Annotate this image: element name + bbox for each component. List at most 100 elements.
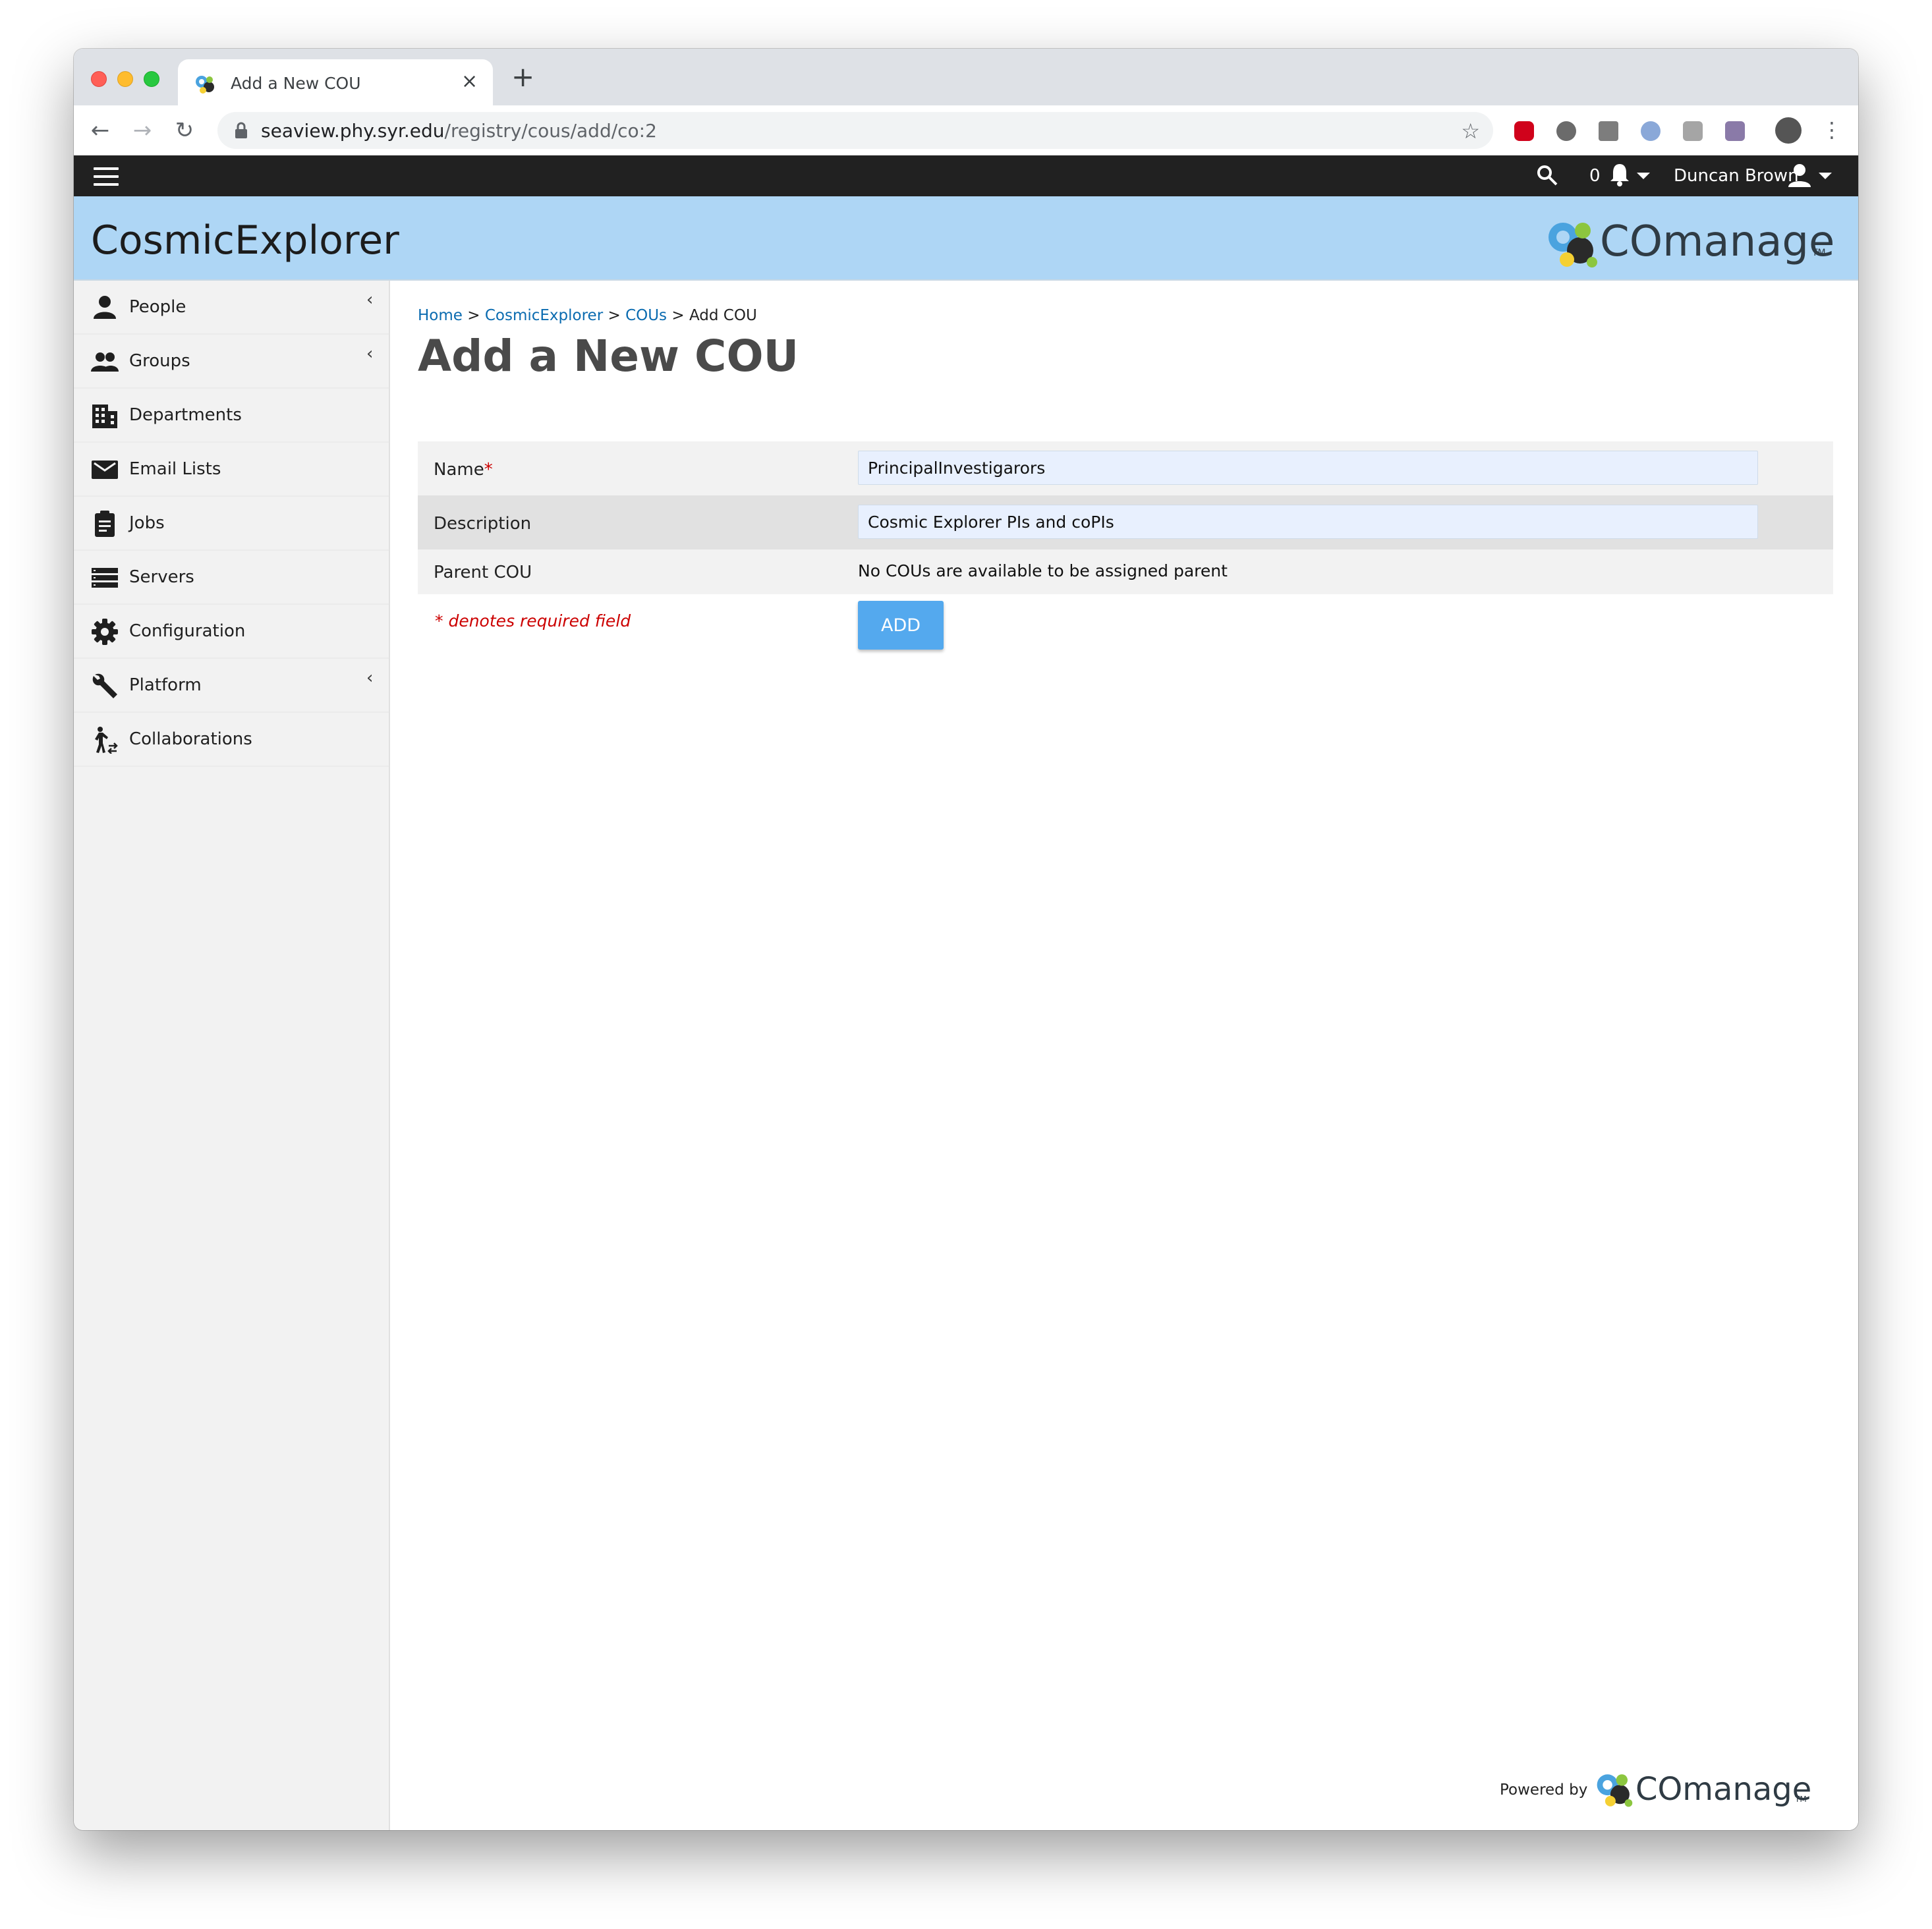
- sidebar-nav: People ‹ Groups ‹ Departments Email List…: [74, 281, 390, 1830]
- collaborations-icon: [95, 727, 118, 754]
- sidebar-item-groups[interactable]: Groups ‹: [74, 335, 389, 389]
- comanage-gears-icon: [1548, 223, 1597, 267]
- sidebar-item-label: Servers: [129, 567, 194, 587]
- profile-avatar[interactable]: [1775, 117, 1802, 144]
- tab-close-icon[interactable]: ×: [461, 70, 478, 93]
- page-title: Add a New COU: [418, 331, 799, 381]
- reload-icon[interactable]: ↻: [171, 117, 198, 144]
- gear-icon: [92, 619, 118, 645]
- trademark-text: TM: [1795, 1795, 1807, 1804]
- browser-window: Add a New COU × + ← → ↻ seaview.phy.syr.…: [74, 49, 1858, 1830]
- powered-by-text: Powered by: [1500, 1781, 1588, 1799]
- sidebar-item-departments[interactable]: Departments: [74, 389, 389, 443]
- add-button[interactable]: ADD: [858, 601, 944, 650]
- notifications-dropdown-icon[interactable]: [1637, 173, 1650, 179]
- chevron-left-icon[interactable]: ‹: [366, 344, 373, 364]
- trademark-text: TM: [1812, 248, 1826, 258]
- parent-cou-label: Parent COU: [434, 563, 532, 582]
- browser-toolbar: ← → ↻ seaview.phy.syr.edu/registry/cous/…: [74, 105, 1858, 155]
- description-row: Description: [418, 495, 1833, 549]
- email-icon: [92, 461, 118, 479]
- parent-cou-row: Parent COU No COUs are available to be a…: [418, 549, 1833, 594]
- description-input[interactable]: [858, 505, 1758, 539]
- sidebar-item-collaborations[interactable]: Collaborations: [74, 713, 389, 767]
- drive-icon[interactable]: [1599, 121, 1618, 141]
- user-menu-dropdown-icon[interactable]: [1819, 173, 1832, 179]
- extension-icon[interactable]: [1641, 121, 1661, 141]
- person-icon: [94, 296, 116, 319]
- search-icon[interactable]: [1535, 163, 1559, 187]
- maximize-window-button[interactable]: [144, 71, 159, 87]
- adblock-plus-icon[interactable]: [1514, 121, 1534, 141]
- group-icon: [91, 352, 119, 372]
- sidebar-item-label: Configuration: [129, 621, 246, 641]
- bookmark-star-icon[interactable]: ☆: [1461, 119, 1480, 144]
- breadcrumb: Home > CosmicExplorer > COUs > Add COU: [418, 307, 757, 324]
- sidebar-item-people[interactable]: People ‹: [74, 281, 389, 335]
- name-row: Name*: [418, 441, 1833, 495]
- building-icon: [92, 405, 117, 428]
- forward-icon[interactable]: →: [129, 117, 156, 144]
- chevron-left-icon[interactable]: ‹: [366, 668, 373, 688]
- browser-tab[interactable]: Add a New COU ×: [178, 59, 493, 105]
- name-label-text: Name: [434, 460, 484, 480]
- sidebar-item-email-lists[interactable]: Email Lists: [74, 443, 389, 497]
- sidebar-item-platform[interactable]: Platform ‹: [74, 659, 389, 713]
- clipboard-icon: [95, 511, 115, 537]
- comanage-logo-text: COmanage: [1600, 217, 1835, 266]
- url-path: /registry/cous/add/co:2: [444, 120, 657, 142]
- tab-title: Add a New COU: [231, 74, 361, 93]
- sidebar-item-label: Departments: [129, 405, 242, 425]
- sidebar-item-label: Platform: [129, 675, 202, 695]
- co-name-title[interactable]: CosmicExplorer: [91, 217, 399, 264]
- description-label: Description: [434, 514, 532, 534]
- app-top-bar: 0 Duncan Brown: [74, 155, 1858, 196]
- sidebar-item-label: Groups: [129, 351, 190, 371]
- comanage-logo-text: COmanage: [1635, 1771, 1812, 1808]
- back-icon[interactable]: ←: [87, 117, 113, 144]
- sidebar-item-label: People: [129, 297, 186, 317]
- user-name[interactable]: Duncan Brown: [1674, 166, 1799, 186]
- required-field-note: * denotes required field: [435, 611, 631, 630]
- extension-icon[interactable]: [1556, 121, 1576, 141]
- browser-menu-icon[interactable]: ⋮: [1821, 117, 1842, 142]
- breadcrumb-cous-link[interactable]: COUs: [625, 307, 667, 324]
- name-label: Name*: [434, 460, 493, 480]
- sidebar-item-configuration[interactable]: Configuration: [74, 605, 389, 659]
- breadcrumb-separator: >: [603, 307, 626, 324]
- sidebar-item-label: Jobs: [129, 513, 165, 533]
- co-header-banner: CosmicExplorer COmanage TM: [74, 196, 1858, 281]
- address-bar[interactable]: seaview.phy.syr.edu/registry/cous/add/co…: [217, 112, 1493, 149]
- breadcrumb-separator: >: [462, 307, 485, 324]
- breadcrumb-co-link[interactable]: CosmicExplorer: [485, 307, 603, 324]
- close-window-button[interactable]: [91, 71, 107, 87]
- extension-icon[interactable]: [1683, 121, 1703, 141]
- new-tab-button[interactable]: +: [511, 63, 534, 91]
- parent-cou-text: No COUs are available to be assigned par…: [858, 561, 1228, 580]
- required-asterisk: *: [484, 460, 493, 480]
- main-content: Home > CosmicExplorer > COUs > Add COU A…: [391, 281, 1858, 1830]
- comanage-favicon-icon: [196, 76, 214, 94]
- wrench-icon: [92, 673, 117, 698]
- extension-icon[interactable]: [1725, 121, 1745, 141]
- sidebar-item-label: Email Lists: [129, 459, 221, 479]
- notification-count: 0: [1589, 166, 1601, 186]
- chevron-left-icon[interactable]: ‹: [366, 290, 373, 310]
- minimize-window-button[interactable]: [117, 71, 133, 87]
- tab-strip: Add a New COU × +: [74, 49, 1858, 105]
- bell-icon[interactable]: [1608, 162, 1632, 187]
- sidebar-item-servers[interactable]: Servers: [74, 551, 389, 605]
- sidebar-item-label: Collaborations: [129, 729, 252, 749]
- footer: Powered by COmanage TM: [1500, 1767, 1829, 1809]
- breadcrumb-current: Add COU: [689, 307, 757, 324]
- breadcrumb-home-link[interactable]: Home: [418, 307, 463, 324]
- url-text: seaview.phy.syr.edu/registry/cous/add/co…: [261, 120, 657, 142]
- user-icon[interactable]: [1787, 162, 1812, 188]
- comanage-gears-icon: [1597, 1774, 1633, 1807]
- url-host: seaview.phy.syr.edu: [261, 120, 445, 142]
- breadcrumb-separator: >: [667, 307, 689, 324]
- server-icon: [92, 568, 118, 588]
- name-input[interactable]: [858, 451, 1758, 485]
- sidebar-item-jobs[interactable]: Jobs: [74, 497, 389, 551]
- hamburger-menu-icon[interactable]: [94, 167, 119, 186]
